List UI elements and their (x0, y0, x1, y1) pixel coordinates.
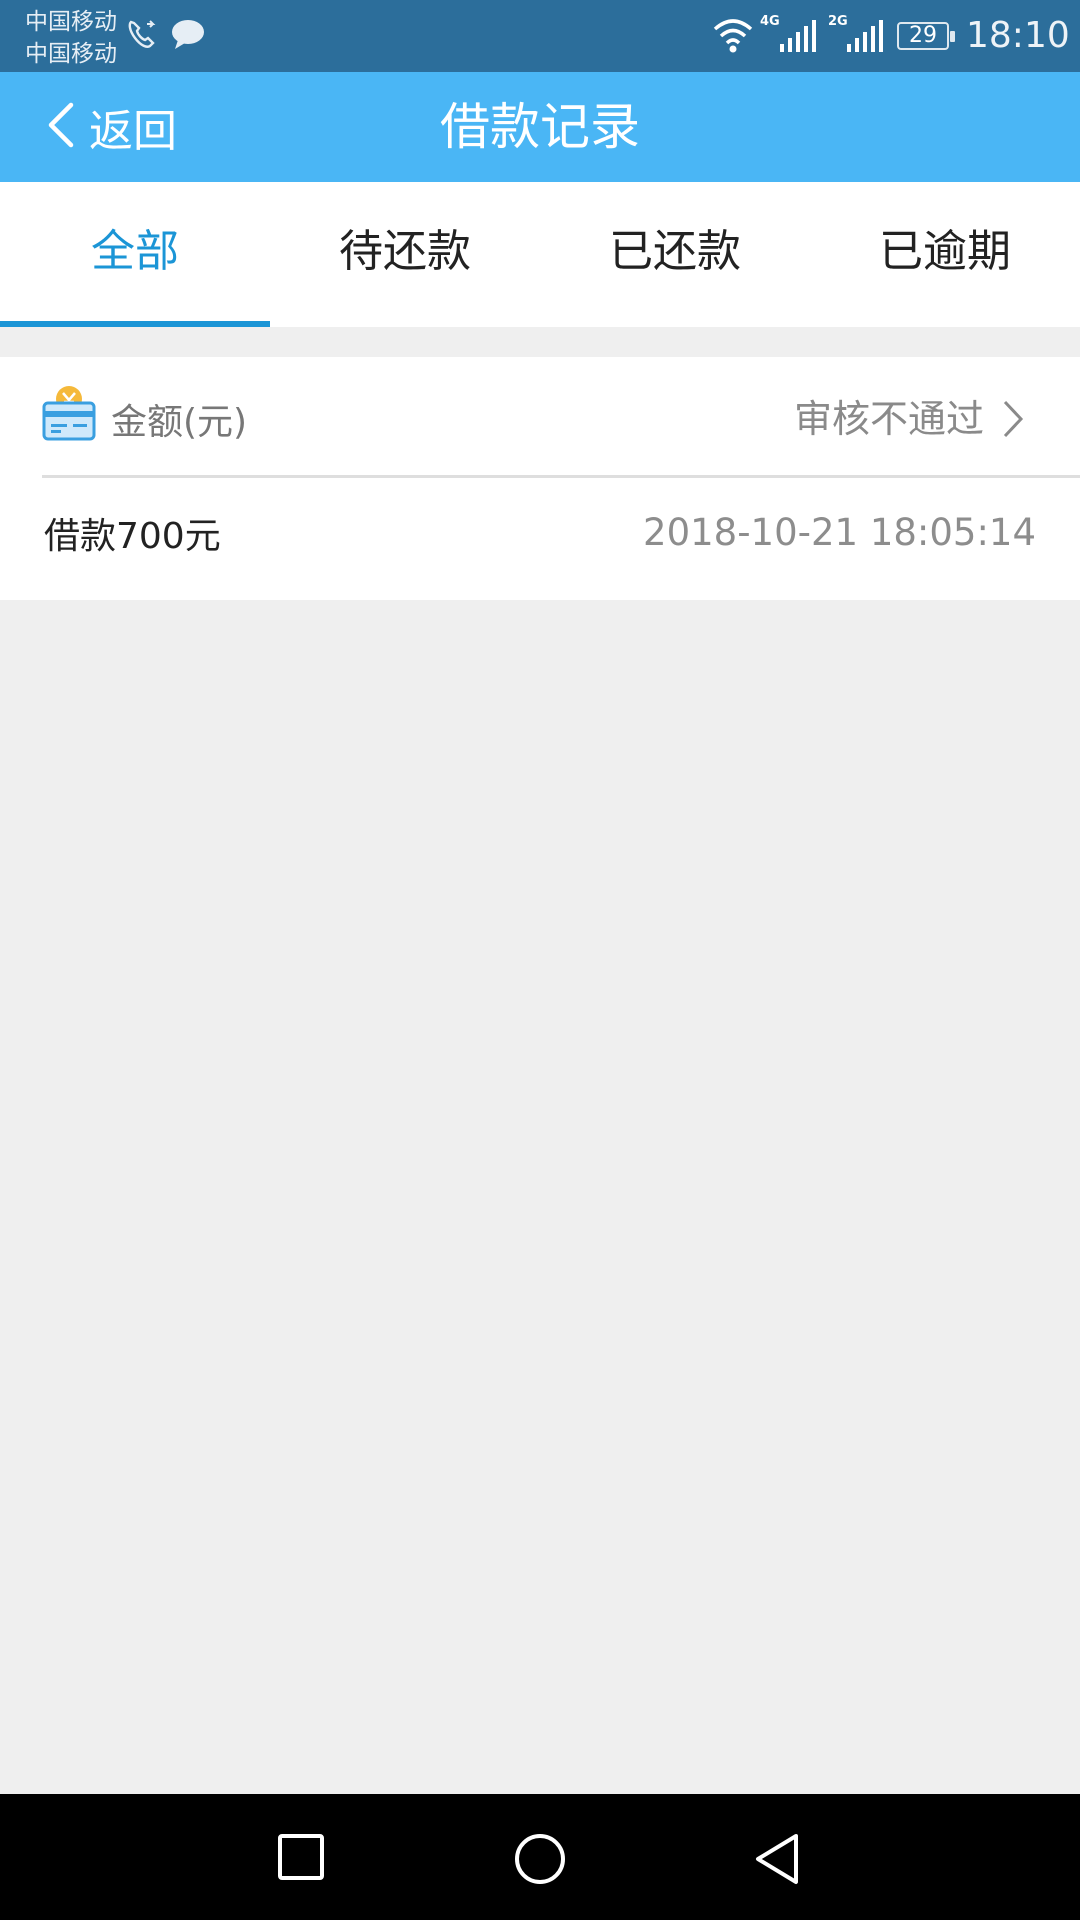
money-card-icon (42, 385, 96, 451)
clock: 18:10 (966, 15, 1070, 56)
tab-overdue[interactable]: 已逾期 (810, 182, 1080, 327)
tab-all[interactable]: 全部 (0, 182, 270, 327)
system-nav-bar (0, 1794, 1080, 1920)
recent-apps-button[interactable] (276, 1832, 326, 1886)
battery-level: 29 (909, 23, 937, 48)
loan-amount-text: 借款700元 (44, 516, 221, 557)
chevron-left-icon (45, 101, 75, 153)
tab-repaid[interactable]: 已还款 (540, 182, 810, 327)
network-type-1: 4G (760, 14, 780, 29)
tab-bar: 全部 待还款 已还款 已逾期 (0, 182, 1080, 327)
carrier-1: 中国移动 (25, 9, 117, 35)
carrier-names: 中国移动 中国移动 (25, 6, 117, 70)
chevron-right-icon (1002, 399, 1024, 443)
wifi-icon (712, 16, 754, 58)
battery-icon: 29 (897, 22, 955, 50)
divider (42, 475, 1080, 478)
tab-pending-repayment[interactable]: 待还款 (270, 182, 540, 327)
app-header: 借款记录 返回 (0, 72, 1080, 182)
message-icon (170, 16, 206, 56)
loan-record-card[interactable]: 金额(元) 审核不通过 借款700元 2018-10-21 18:05:14 (0, 357, 1080, 600)
carrier-2: 中国移动 (25, 41, 117, 67)
back-button[interactable]: 返回 (45, 94, 177, 160)
record-header[interactable]: 金额(元) 审核不通过 (0, 357, 1080, 477)
back-nav-button[interactable] (752, 1832, 802, 1890)
loan-datetime: 2018-10-21 18:05:14 (643, 511, 1036, 554)
home-button[interactable] (513, 1832, 567, 1890)
status-bar: 中国移动 中国移动 4G 2G 29 18:10 (0, 0, 1080, 72)
review-status: 审核不通过 (793, 397, 984, 441)
back-label: 返回 (89, 106, 177, 157)
call-icon (125, 16, 161, 56)
signal-icon-2 (845, 16, 883, 58)
signal-icon (778, 16, 816, 58)
amount-label: 金额(元) (111, 402, 248, 443)
